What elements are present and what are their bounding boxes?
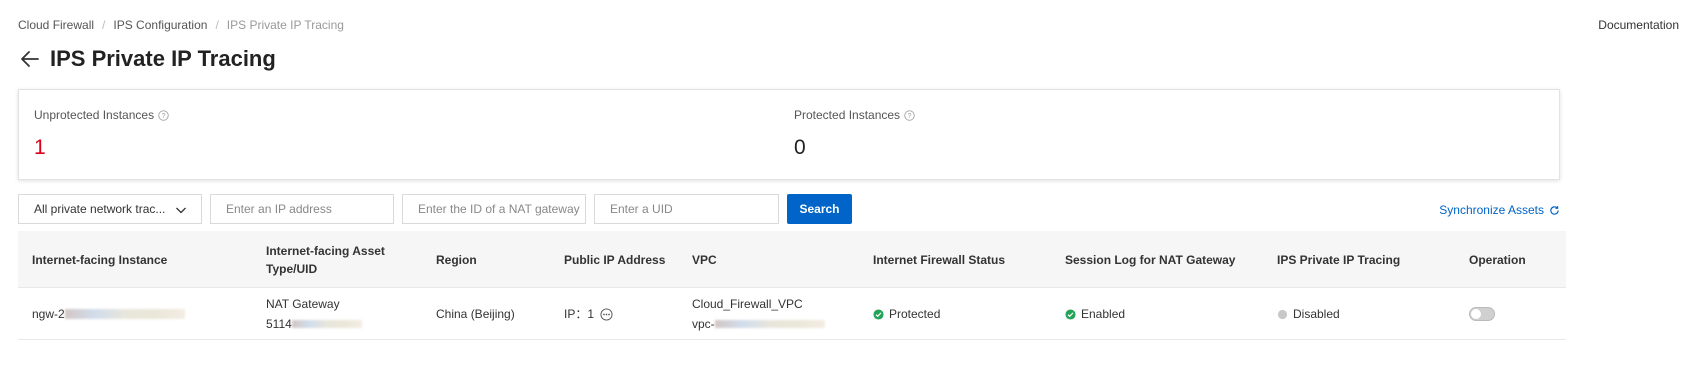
operation-cell	[1469, 288, 1495, 340]
table-row: ngw-2 NAT Gateway 5114 China (Beijing) I…	[18, 288, 1566, 340]
disabled-dot-icon	[1277, 309, 1288, 319]
ips-tracing-cell: Disabled	[1277, 288, 1340, 340]
uid-placeholder: Enter a UID	[610, 202, 673, 216]
breadcrumb-current: IPS Private IP Tracing	[226, 18, 344, 32]
column-header-firewall-status: Internet Firewall Status	[873, 252, 1006, 267]
more-options-icon[interactable]	[600, 307, 613, 321]
uid-input[interactable]: Enter a UID	[594, 194, 779, 224]
public-ip-cell: IP：1	[564, 288, 613, 340]
unprotected-instances-value[interactable]: 1	[34, 136, 169, 160]
nat-gateway-id-input[interactable]: Enter the ID of a NAT gateway	[402, 194, 586, 224]
session-log-status: Enabled	[1081, 307, 1126, 321]
check-circle-icon	[1065, 308, 1076, 320]
column-header-ips-tracing: IPS Private IP Tracing	[1277, 252, 1401, 267]
region-cell: China (Beijing)	[436, 307, 515, 321]
asset-type: NAT Gateway	[266, 297, 340, 311]
filter-bar: All private network trac... Enter an IP …	[18, 194, 1560, 224]
breadcrumb-ips-configuration[interactable]: IPS Configuration	[113, 18, 207, 32]
svg-text:?: ?	[908, 112, 912, 119]
column-header-session-log: Session Log for NAT Gateway	[1065, 252, 1236, 267]
ip-address-input[interactable]: Enter an IP address	[210, 194, 394, 224]
breadcrumb-separator: /	[215, 18, 219, 32]
firewall-status: Protected	[889, 307, 941, 321]
protected-instances-stat: Protected Instances ? 0	[794, 108, 915, 160]
asset-uid-prefix: 5114	[266, 317, 292, 331]
top-bar: Cloud Firewall / IPS Configuration / IPS…	[0, 0, 1695, 48]
column-header-asset-type-line1: Internet-facing Asset	[266, 243, 385, 258]
column-header-public-ip: Public IP Address	[564, 252, 666, 267]
column-header-asset-type: Internet-facing Asset Type/UID	[266, 231, 385, 288]
chevron-down-icon	[176, 207, 186, 214]
svg-text:?: ?	[162, 112, 166, 119]
firewall-status-cell: Protected	[873, 288, 940, 340]
nat-gateway-id-placeholder: Enter the ID of a NAT gateway	[418, 202, 580, 216]
documentation-link[interactable]: Documentation	[1598, 18, 1679, 32]
search-button[interactable]: Search	[787, 194, 852, 224]
synchronize-assets-link[interactable]: Synchronize Assets	[1439, 203, 1560, 217]
public-ip-count: IP：1	[564, 307, 595, 321]
column-header-region: Region	[436, 252, 477, 267]
page-title: IPS Private IP Tracing	[50, 46, 276, 71]
toggle-knob	[1471, 309, 1481, 319]
help-icon[interactable]: ?	[158, 109, 169, 121]
session-log-cell: Enabled	[1065, 288, 1125, 340]
instances-table: Internet-facing Instance Internet-facing…	[18, 231, 1566, 340]
asset-uid: 5114	[266, 314, 362, 334]
asset-type-cell: NAT Gateway 5114	[266, 288, 362, 340]
instance-id: ngw-2	[32, 307, 65, 321]
stats-card: Unprotected Instances ? 1 Protected Inst…	[18, 89, 1560, 180]
ip-address-placeholder: Enter an IP address	[226, 202, 332, 216]
ips-tracing-toggle[interactable]	[1469, 307, 1495, 321]
vpc-name: Cloud_Firewall_VPC	[692, 297, 803, 311]
protected-instances-value[interactable]: 0	[794, 136, 915, 160]
redacted-instance-id	[64, 309, 185, 319]
instance-id-cell: ngw-2	[32, 288, 185, 340]
breadcrumb: Cloud Firewall / IPS Configuration / IPS…	[18, 18, 344, 32]
protected-instances-label: Protected Instances	[794, 108, 901, 122]
column-header-asset-type-line2: Type/UID	[266, 261, 318, 276]
page-header: IPS Private IP Tracing	[18, 46, 276, 72]
breadcrumb-cloud-firewall[interactable]: Cloud Firewall	[18, 18, 94, 32]
refresh-icon	[1550, 205, 1559, 215]
column-header-instance: Internet-facing Instance	[32, 252, 168, 267]
tracing-scope-value: All private network trac...	[34, 202, 166, 216]
unprotected-instances-label: Unprotected Instances	[34, 108, 155, 122]
back-arrow-icon[interactable]	[18, 47, 42, 71]
unprotected-instances-stat: Unprotected Instances ? 1	[34, 108, 169, 160]
breadcrumb-separator: /	[102, 18, 106, 32]
vpc-id-prefix: vpc-	[692, 317, 715, 331]
help-icon[interactable]: ?	[904, 109, 915, 121]
column-header-vpc: VPC	[692, 252, 717, 267]
table-header: Internet-facing Instance Internet-facing…	[18, 231, 1566, 288]
redacted-vpc-id	[714, 320, 825, 328]
ips-tracing-status: Disabled	[1293, 307, 1340, 321]
redacted-uid	[291, 320, 362, 328]
vpc-id: vpc-	[692, 314, 825, 334]
vpc-cell: Cloud_Firewall_VPC vpc-	[692, 288, 825, 340]
synchronize-assets-label: Synchronize Assets	[1439, 203, 1544, 217]
tracing-scope-select[interactable]: All private network trac...	[18, 194, 202, 224]
check-circle-icon	[873, 308, 884, 320]
column-header-operation: Operation	[1469, 252, 1526, 267]
